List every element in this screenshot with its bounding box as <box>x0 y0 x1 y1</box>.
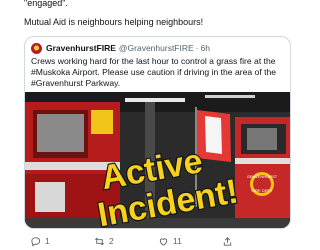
quoted-tweet-text: Crews working hard for the last hour to … <box>31 56 286 89</box>
quoted-text-line: #Muskoka Airport. Please use caution if … <box>31 67 277 77</box>
tweet-card: "engaged". Mutual Aid is neighbours help… <box>0 0 300 250</box>
quoted-tweet[interactable]: GravenhurstFIRE @GravenhurstFIRE · 6h Cr… <box>24 36 291 229</box>
truck-text: FIRE DEPT <box>252 188 273 193</box>
quoted-timestamp[interactable]: 6h <box>201 43 210 53</box>
separator-dot: · <box>195 43 199 53</box>
quoted-text-line: Crews working hard for the last hour to … <box>31 56 276 66</box>
fire-truck-photo: GRAVENHURST FIRE DEPT Active Incident! <box>25 92 290 228</box>
reply-icon <box>31 236 41 246</box>
quoted-text-line: #Gravenhurst Parkway. <box>31 78 121 88</box>
like-icon <box>159 237 168 246</box>
share-icon <box>223 236 232 246</box>
avatar[interactable] <box>31 42 42 54</box>
reply-button[interactable]: 1 <box>30 236 94 247</box>
retweet-count: 2 <box>109 236 114 246</box>
reply-count: 1 <box>45 236 50 246</box>
like-button[interactable]: 11 <box>158 236 222 247</box>
quoted-media-image[interactable]: GRAVENHURST FIRE DEPT Active Incident! <box>25 92 290 228</box>
tweet-actions-bar: 1 2 11 <box>30 234 290 248</box>
like-count: 11 <box>173 236 182 246</box>
retweet-icon <box>95 237 104 245</box>
quoted-author-handle[interactable]: @GravenhurstFIRE <box>119 43 194 53</box>
share-button[interactable] <box>222 236 286 247</box>
quoted-tweet-header: GravenhurstFIRE @GravenhurstFIRE · 6h <box>31 42 210 54</box>
retweet-button[interactable]: 2 <box>94 236 158 247</box>
tweet-text: Mutual Aid is neighbours helping neighbo… <box>24 17 204 27</box>
tweet-text-previous-line: "engaged". <box>24 0 68 8</box>
truck-text: GRAVENHURST <box>247 174 278 179</box>
quoted-author-name[interactable]: GravenhurstFIRE <box>46 43 116 53</box>
